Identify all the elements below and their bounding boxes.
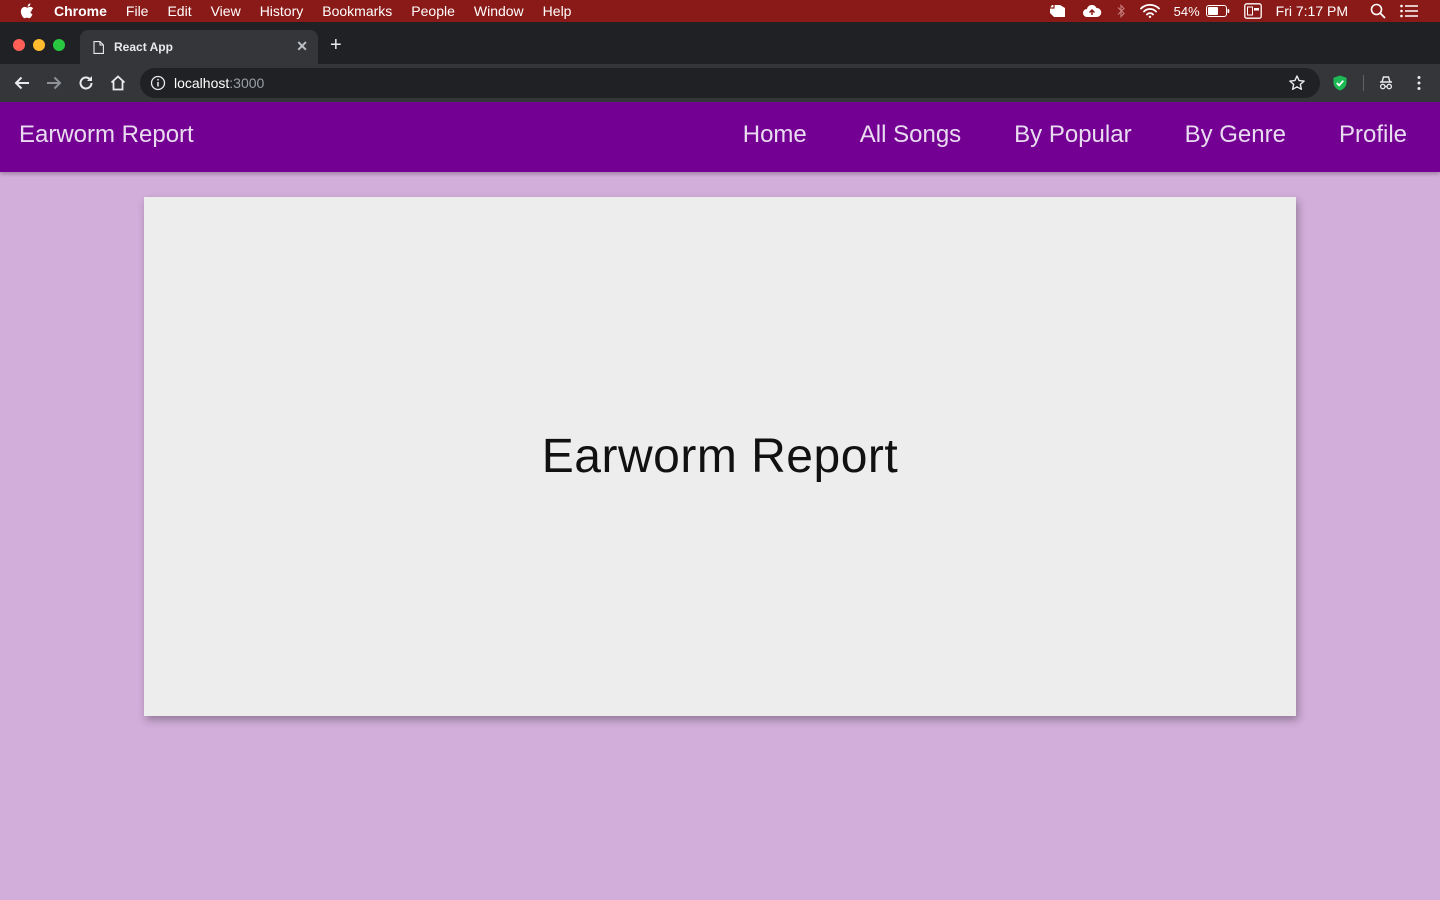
browser-toolbar: localhost:3000 — [0, 64, 1440, 102]
macos-menu-bar: Chrome File Edit View History Bookmarks … — [0, 0, 1440, 22]
nav-link-by-popular[interactable]: By Popular — [1014, 121, 1131, 149]
nav-link-profile[interactable]: Profile — [1339, 121, 1407, 149]
brand-link[interactable]: Earworm Report — [19, 121, 194, 149]
menu-clock[interactable]: Fri 7:17 PM — [1276, 3, 1348, 19]
notification-center-icon[interactable] — [1400, 4, 1418, 18]
menu-help[interactable]: Help — [543, 3, 572, 19]
apple-icon[interactable] — [20, 3, 38, 19]
nav-link-home[interactable]: Home — [743, 121, 807, 149]
menu-view[interactable]: View — [211, 3, 241, 19]
menu-bookmarks[interactable]: Bookmarks — [322, 3, 392, 19]
nav-link-all-songs[interactable]: All Songs — [860, 121, 961, 149]
close-icon[interactable]: ✕ — [296, 39, 308, 53]
menu-window[interactable]: Window — [474, 3, 524, 19]
menu-edit[interactable]: Edit — [167, 3, 191, 19]
menu-history[interactable]: History — [260, 3, 304, 19]
browser-tab[interactable]: React App ✕ — [80, 30, 318, 64]
url-port: :3000 — [229, 75, 265, 91]
home-icon[interactable] — [109, 74, 127, 92]
page-title: Earworm Report — [541, 430, 899, 483]
hero-card: Earworm Report — [144, 197, 1296, 716]
cloud-upload-icon[interactable] — [1082, 4, 1102, 18]
toolbar-separator — [1363, 75, 1364, 91]
incognito-icon[interactable] — [1377, 74, 1395, 92]
spotlight-search-icon[interactable] — [1370, 3, 1386, 19]
wifi-icon[interactable] — [1139, 4, 1160, 18]
star-icon[interactable] — [1288, 74, 1306, 92]
reload-icon[interactable] — [77, 74, 95, 92]
shield-extension-icon[interactable] — [1331, 74, 1349, 92]
plus-icon[interactable]: + — [330, 35, 342, 55]
url-host: localhost — [174, 75, 230, 91]
app-navbar: Earworm Report Home All Songs By Popular… — [0, 102, 1440, 172]
evernote-icon[interactable] — [1048, 3, 1068, 19]
window-controls — [13, 39, 73, 51]
zoom-window-button[interactable] — [53, 39, 65, 51]
tab-title: React App — [114, 40, 173, 54]
info-icon[interactable] — [150, 75, 166, 91]
menu-app-name[interactable]: Chrome — [54, 3, 107, 19]
battery-icon[interactable] — [1205, 5, 1230, 17]
menu-file[interactable]: File — [126, 3, 149, 19]
document-icon — [93, 40, 104, 54]
menu-people[interactable]: People — [411, 3, 455, 19]
nav-link-by-genre[interactable]: By Genre — [1185, 121, 1286, 149]
kebab-menu-icon[interactable] — [1410, 74, 1428, 92]
forward-icon[interactable] — [45, 74, 63, 92]
address-bar[interactable]: localhost:3000 — [140, 68, 1320, 98]
keyboard-input-icon[interactable] — [1243, 3, 1262, 19]
back-icon[interactable] — [13, 74, 31, 92]
nav-links: Home All Songs By Popular By Genre Profi… — [690, 121, 1407, 149]
close-window-button[interactable] — [13, 39, 25, 51]
minimize-window-button[interactable] — [33, 39, 45, 51]
battery-percent: 54% — [1173, 3, 1200, 19]
browser-tab-strip: React App ✕ + — [0, 22, 1440, 64]
bluetooth-icon[interactable] — [1116, 3, 1126, 19]
